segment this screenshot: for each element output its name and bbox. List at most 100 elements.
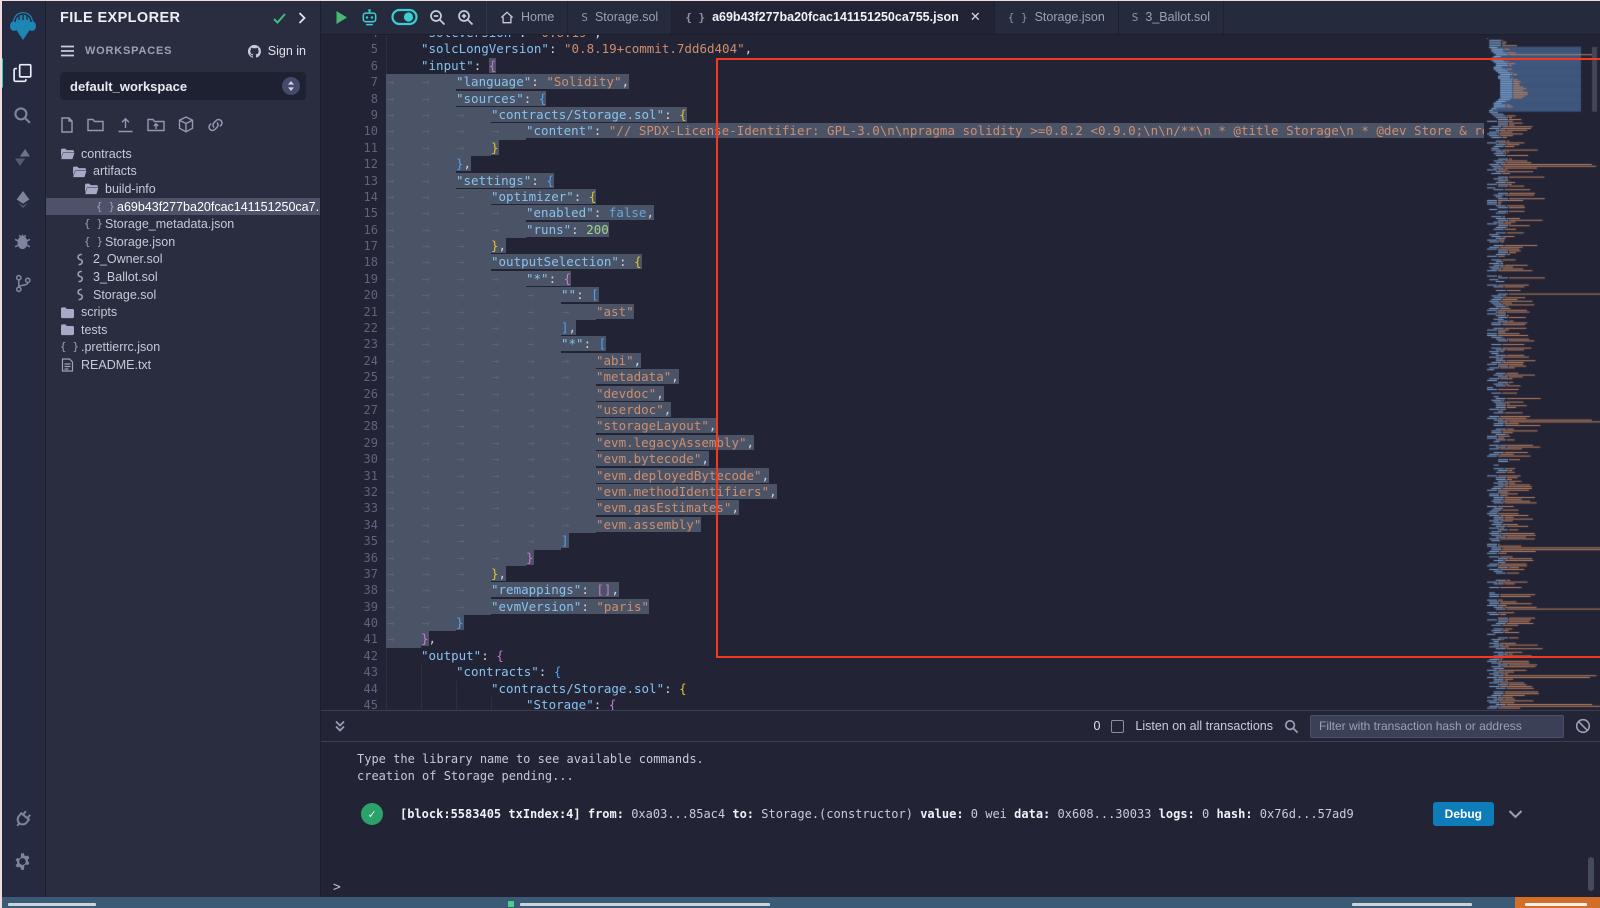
tab-3-ballot-sol[interactable]: S3_Ballot.sol — [1119, 0, 1224, 34]
sidebar-item-deploy-run[interactable] — [0, 178, 46, 220]
ai-copilot-toggle[interactable] — [391, 8, 418, 26]
tree-item-storage-metadata-json[interactable]: { }Storage_metadata.json — [46, 215, 320, 233]
terminal-search-icon[interactable] — [1284, 719, 1299, 734]
code-line-37: 37→→→}, — [321, 566, 1484, 582]
line-number: 43 — [321, 664, 378, 680]
chevron-right-icon[interactable] — [298, 12, 306, 24]
line-number: 18 — [321, 254, 378, 270]
panel-title: FILE EXPLORER — [60, 10, 273, 26]
code-line-27: 27→→→→→→"userdoc", — [321, 402, 1484, 418]
debug-button[interactable]: Debug — [1433, 802, 1494, 826]
zoom-in-icon[interactable] — [457, 9, 474, 26]
transaction-row[interactable]: ✓ [block:5583405 txIndex:4] from: 0xa03.… — [361, 802, 1600, 826]
new-file-icon[interactable] — [60, 117, 74, 133]
transaction-filter-input[interactable] — [1310, 715, 1564, 738]
tab-a69b43f277ba20fcac141151250ca755-json[interactable]: { }a69b43f277ba20fcac141151250ca755.json… — [672, 0, 995, 34]
sidebar-item-solidity-compiler[interactable] — [0, 136, 46, 178]
code-line-44: 44 "contracts/Storage.sol": { — [321, 681, 1484, 697]
close-tab-icon[interactable]: ✕ — [970, 9, 981, 25]
terminal-body[interactable]: Type the library name to see available c… — [321, 742, 1600, 897]
remix-logo[interactable] — [0, 0, 46, 52]
terminal-scrollbar[interactable] — [1588, 857, 1594, 891]
sidebar-item-search[interactable] — [0, 94, 46, 136]
code-line-39: 39→→→"evmVersion": "paris" — [321, 599, 1484, 615]
tree-item-contracts[interactable]: contracts — [46, 145, 320, 163]
sidebar-item-file-explorer[interactable] — [0, 52, 46, 94]
sidebar-item-debugger[interactable] — [0, 220, 46, 262]
line-number: 26 — [321, 386, 378, 402]
tree-item-2-owner-sol[interactable]: 2_Owner.sol — [46, 251, 320, 269]
line-number: 44 — [321, 681, 378, 697]
doc-icon — [60, 358, 75, 372]
transaction-count-badge: 0 — [1093, 719, 1100, 733]
line-number: 23 — [321, 336, 378, 352]
tab-storage-json[interactable]: { }Storage.json — [995, 0, 1119, 34]
file-toolbar — [46, 110, 320, 141]
terminal-panel: 0 Listen on all transactions Type the li… — [321, 710, 1600, 897]
sidebar-item-settings[interactable] — [0, 840, 46, 882]
clear-console-icon[interactable] — [1575, 718, 1591, 734]
code-line-31: 31→→→→→→"evm.deployedBytecode", — [321, 468, 1484, 484]
tree-item-readme-txt[interactable]: README.txt — [46, 356, 320, 374]
debugger-icon — [13, 232, 32, 251]
ipfs-box-icon[interactable] — [178, 116, 194, 133]
tree-item-storage-json[interactable]: { }Storage.json — [46, 233, 320, 251]
tree-item-a69b43f277ba20fcac141151250ca7-[interactable]: { }a69b43f277ba20fcac141151250ca7... — [46, 198, 320, 216]
terminal-collapse-icon[interactable] — [333, 719, 347, 733]
upload-file-icon[interactable] — [117, 117, 134, 133]
line-number: 12 — [321, 156, 378, 172]
folder-open-icon — [84, 182, 99, 195]
code-line-24: 24→→→→→→"abi", — [321, 353, 1484, 369]
sign-in-button[interactable]: Sign in — [247, 44, 306, 59]
zoom-out-icon[interactable] — [429, 9, 446, 26]
terminal-prompt[interactable]: > — [333, 880, 341, 895]
tab-home[interactable]: Home — [487, 0, 568, 34]
tree-item-storage-sol[interactable]: Storage.sol — [46, 286, 320, 304]
code-line-6: 6 "input": { — [321, 58, 1484, 74]
link-icon[interactable] — [207, 117, 224, 133]
line-number: 25 — [321, 369, 378, 385]
code-line-5: 5 "solcLongVersion": "0.8.19+commit.7dd6… — [321, 41, 1484, 57]
sol-icon — [72, 288, 87, 301]
code-line-35: 35→→→→→] — [321, 533, 1484, 549]
code-line-41: 41→}, — [321, 631, 1484, 647]
upload-folder-icon[interactable] — [147, 117, 165, 132]
tree-item-label: Storage_metadata.json — [105, 217, 234, 231]
tree-item-label: 3_Ballot.sol — [93, 270, 158, 284]
ai-assistant-icon[interactable] — [359, 8, 380, 27]
new-folder-icon[interactable] — [87, 117, 104, 132]
code-line-40: 40→→} — [321, 615, 1484, 631]
tab-storage-sol[interactable]: SStorage.sol — [568, 0, 672, 34]
tree-item--prettierrc-json[interactable]: { }.prettierrc.json — [46, 339, 320, 357]
code-line-45: 45 "Storage": { — [321, 697, 1484, 710]
tree-item-label: scripts — [81, 305, 117, 319]
sidebar-item-plugin-manager[interactable] — [0, 798, 46, 840]
listen-all-transactions-checkbox[interactable] — [1111, 720, 1124, 733]
workspace-select[interactable]: default_workspace — [60, 72, 306, 100]
run-script-button[interactable] — [335, 10, 348, 25]
line-number: 22 — [321, 320, 378, 336]
editor-minimap[interactable] — [1484, 35, 1600, 710]
code-line-7: 7→→"language": "Solidity", — [321, 74, 1484, 90]
code-line-28: 28→→→→→→"storageLayout", — [321, 418, 1484, 434]
tree-item-tests[interactable]: tests — [46, 321, 320, 339]
home-icon — [500, 11, 514, 24]
tx-expand-chevron-icon[interactable] — [1508, 810, 1523, 819]
code-region[interactable]: 4 "solcVersion": "0.8.19",5 "solcLongVer… — [321, 35, 1484, 710]
tab-label: Storage.json — [1035, 10, 1105, 24]
code-editor[interactable]: 4 "solcVersion": "0.8.19",5 "solcLongVer… — [321, 35, 1600, 710]
line-number: 28 — [321, 418, 378, 434]
statusbar-alert-button[interactable] — [1515, 897, 1600, 908]
tree-item-3-ballot-sol[interactable]: 3_Ballot.sol — [46, 268, 320, 286]
tree-item-label: 2_Owner.sol — [93, 252, 162, 266]
workspaces-menu-icon[interactable] — [60, 45, 75, 57]
tree-item-build-info[interactable]: build-info — [46, 180, 320, 198]
sidebar-item-git[interactable] — [0, 262, 46, 304]
tree-item-scripts[interactable]: scripts — [46, 303, 320, 321]
deploy-run-icon — [14, 190, 32, 209]
tree-item-artifacts[interactable]: artifacts — [46, 163, 320, 181]
window-edge — [0, 0, 2, 908]
line-number: 20 — [321, 287, 378, 303]
tree-item-label: artifacts — [93, 164, 137, 178]
code-line-15: 15→→→→"enabled": false, — [321, 205, 1484, 221]
